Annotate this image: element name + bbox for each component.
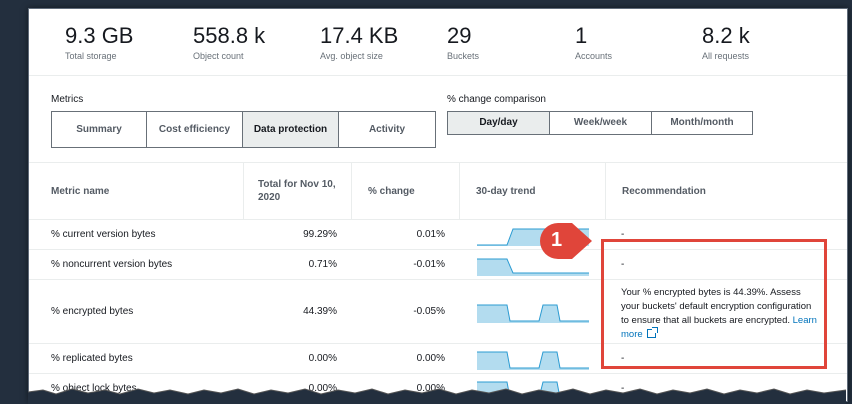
stat-label: Total storage	[65, 51, 117, 61]
tab-data-protection[interactable]: Data protection	[243, 112, 339, 147]
trend-sparkline	[477, 351, 589, 370]
tab-summary[interactable]: Summary	[52, 112, 147, 147]
stat-accounts: 1 Accounts	[575, 23, 612, 61]
stat-buckets: 29 Buckets	[447, 23, 479, 61]
comparison-label: % change comparison	[447, 94, 546, 105]
header-trend: 30-day trend	[459, 163, 605, 219]
header-change: % change	[351, 163, 459, 219]
option-week-week[interactable]: Week/week	[550, 112, 652, 134]
stat-label: All requests	[702, 51, 750, 61]
header-recommendation: Recommendation	[605, 163, 847, 219]
summary-stats: 9.3 GB Total storage 558.8 k Object coun…	[29, 9, 847, 76]
torn-edge-decoration	[28, 388, 846, 404]
metric-change: -0.01%	[413, 259, 445, 270]
header-total: Total for Nov 10, 2020	[243, 163, 351, 219]
stat-value: 9.3 GB	[65, 23, 134, 48]
tab-cost-efficiency[interactable]: Cost efficiency	[147, 112, 243, 147]
metric-total: 0.71%	[308, 259, 337, 270]
stat-object-count: 558.8 k Object count	[193, 23, 265, 61]
metric-name: % noncurrent version bytes	[51, 259, 173, 270]
metric-name: % encrypted bytes	[51, 306, 134, 317]
callout-number: 1	[551, 229, 563, 251]
metric-change: -0.05%	[413, 306, 445, 317]
callout-badge-icon	[540, 223, 592, 259]
stat-value: 558.8 k	[193, 23, 266, 48]
stat-all-requests: 8.2 k All requests	[702, 23, 750, 61]
metric-total: 44.39%	[303, 306, 337, 317]
stat-value: 17.4 KB	[320, 23, 399, 48]
metric-name: % current version bytes	[51, 229, 156, 240]
metric-change: 0.01%	[416, 229, 445, 240]
stat-avg-object-size: 17.4 KB Avg. object size	[320, 23, 398, 61]
metric-name: % replicated bytes	[51, 353, 133, 364]
metrics-tabs: Summary Cost efficiency Data protection …	[51, 111, 436, 148]
option-day-day[interactable]: Day/day	[448, 112, 550, 134]
stat-value: 1	[575, 23, 588, 48]
metric-total: 99.29%	[303, 229, 337, 240]
stat-label: Buckets	[447, 51, 480, 61]
trend-sparkline	[477, 304, 589, 323]
header-metric-name: Metric name	[51, 185, 110, 197]
stat-label: Avg. object size	[320, 51, 383, 61]
stat-value: 8.2 k	[702, 23, 750, 48]
metric-change: 0.00%	[416, 353, 445, 364]
callout-highlight-box	[601, 239, 827, 369]
tab-activity[interactable]: Activity	[339, 112, 435, 147]
comparison-tabs: Day/day Week/week Month/month	[447, 111, 753, 135]
stat-value: 29	[447, 23, 472, 48]
stat-total-storage: 9.3 GB Total storage	[65, 23, 133, 61]
stat-label: Object count	[193, 51, 244, 61]
metrics-label: Metrics	[51, 94, 84, 105]
metric-total: 0.00%	[308, 353, 337, 364]
stat-label: Accounts	[575, 51, 613, 61]
option-month-month[interactable]: Month/month	[652, 112, 752, 134]
